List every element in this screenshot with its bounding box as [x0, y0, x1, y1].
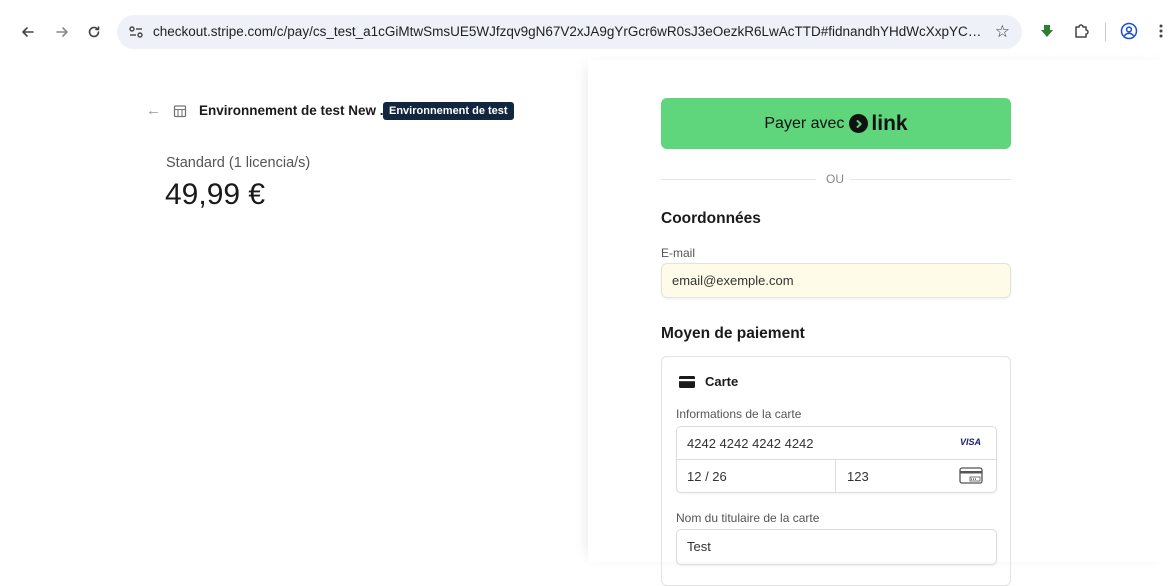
product-name: Standard (1 licencia/s) [166, 155, 311, 171]
card-row-divider [676, 459, 997, 460]
pay-with-link-button[interactable]: Payer avec link [661, 98, 1011, 149]
extensions-icon[interactable] [1070, 20, 1092, 42]
merchant-name[interactable]: Environnement de test New ... [199, 103, 391, 118]
link-button-label: Payer avec [764, 114, 845, 132]
visa-brand-icon: VISA [960, 437, 982, 447]
site-settings-icon[interactable] [127, 23, 145, 41]
payment-method-title: Moyen de paiement [661, 325, 805, 342]
divider-line-left [661, 179, 816, 180]
back-icon[interactable] [16, 20, 40, 44]
forward-icon[interactable] [50, 20, 74, 44]
browser-toolbar: checkout.stripe.com/c/pay/cs_test_a1cGiM… [0, 0, 1170, 60]
card-info-label: Informations de la carte [676, 407, 802, 421]
link-arrow-icon [849, 114, 869, 133]
card-expiry-input[interactable]: 12 / 26 [687, 469, 727, 484]
divider-line-right [850, 179, 1011, 180]
profile-icon[interactable] [1118, 20, 1140, 42]
cardholder-label: Nom du titulaire de la carte [676, 511, 820, 525]
link-brand-text: link [871, 111, 908, 135]
download-icon[interactable] [1036, 20, 1058, 42]
back-arrow-icon[interactable]: ← [146, 102, 161, 119]
card-method-label[interactable]: Carte [705, 374, 738, 389]
card-cvc-input[interactable]: 123 [847, 469, 869, 484]
url-text[interactable]: checkout.stripe.com/c/pay/cs_test_a1cGiM… [153, 24, 983, 39]
reload-icon[interactable] [82, 20, 106, 44]
email-label: E-mail [661, 246, 696, 260]
address-bar[interactable]: checkout.stripe.com/c/pay/cs_test_a1cGiM… [117, 15, 1022, 49]
bookmark-star-icon[interactable]: ☆ [995, 22, 1010, 42]
store-icon [173, 105, 187, 118]
email-input[interactable]: email@exemple.com [661, 263, 1011, 298]
link-logo: link [849, 111, 908, 136]
test-mode-badge: Environnement de test [383, 102, 514, 120]
or-divider-text: OU [826, 172, 844, 186]
cardholder-input[interactable]: Test [676, 529, 997, 565]
card-column-divider [835, 459, 836, 493]
card-number-input[interactable]: 4242 4242 4242 4242 [687, 436, 814, 451]
total-price: 49,99 € [165, 178, 266, 211]
menu-dots-icon[interactable] [1150, 20, 1170, 42]
toolbar-divider [1105, 23, 1106, 41]
contact-section-title: Coordonnées [661, 210, 761, 227]
card-icon [679, 376, 695, 388]
cvc-card-icon [959, 467, 983, 484]
order-summary-pane [0, 60, 588, 562]
